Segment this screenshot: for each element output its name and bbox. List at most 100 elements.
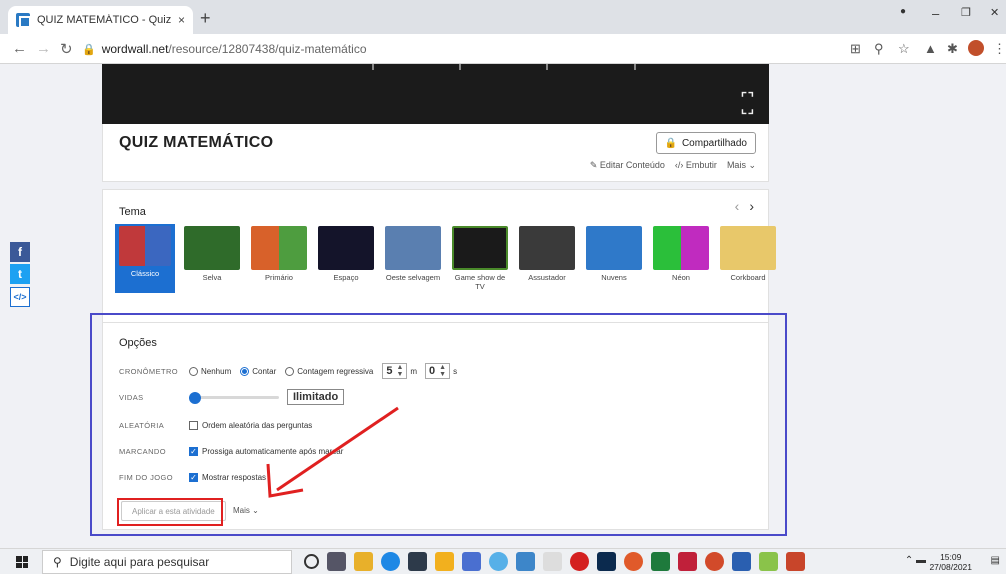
page-title: QUIZ MATEMÁTICO <box>119 134 274 151</box>
search-icon: ⚲ <box>53 555 62 569</box>
game-frame[interactable]: ⌜⌝ ⌞⌟ <box>102 64 769 124</box>
excel-icon[interactable] <box>651 552 670 571</box>
notification-icon[interactable]: ▤ <box>991 555 1000 566</box>
theme-name: Clássico <box>130 269 160 278</box>
browser-tab[interactable]: QUIZ MATEMÁTICO - Quiz Game × <box>8 6 193 34</box>
share-button[interactable]: 🔒 Compartilhado <box>655 132 756 154</box>
windows-start-icon[interactable] <box>16 556 28 568</box>
cortana-icon[interactable] <box>304 554 319 569</box>
minimize-button[interactable]: – <box>932 6 939 21</box>
fullscreen-icon[interactable]: ⌜⌝ ⌞⌟ <box>741 91 755 115</box>
store-icon[interactable] <box>408 552 427 571</box>
translate-icon[interactable]: ⊞ <box>850 41 861 57</box>
twitter-icon[interactable]: t <box>10 264 30 284</box>
theme-thumbnail <box>385 226 441 270</box>
theme-list: Clássico Selva Primário Espaço Oeste sel… <box>115 224 776 293</box>
tray-icons[interactable]: ⌃ ▬ <box>905 555 926 566</box>
opera-icon[interactable] <box>570 552 589 571</box>
edit-content-link[interactable]: ✎ Editar Conteúdo <box>590 160 665 171</box>
zoom-icon[interactable]: ⚲ <box>874 41 884 57</box>
theme-name: Néon <box>672 273 690 282</box>
clock-time: 15:09 <box>940 552 962 562</box>
forward-icon[interactable]: → <box>36 40 51 57</box>
powerpoint-icon[interactable] <box>786 552 805 571</box>
facebook-icon[interactable]: f <box>10 242 30 262</box>
taskbar-search-input[interactable]: ⚲ Digite aqui para pesquisar <box>42 550 292 574</box>
edge-icon[interactable] <box>381 552 400 571</box>
taskbar-clock[interactable]: 15:09 27/08/2021 <box>929 552 972 572</box>
paint-icon[interactable] <box>759 552 778 571</box>
tab-title: QUIZ MATEMÁTICO - Quiz Game <box>37 14 171 26</box>
lock-icon: 🔒 <box>82 43 96 56</box>
embed-share-icon[interactable]: </> <box>10 287 30 307</box>
tab-strip: QUIZ MATEMÁTICO - Quiz Game × + ● – ❐ ✕ <box>0 0 1006 34</box>
theme-prev-icon[interactable]: ‹ <box>735 198 740 214</box>
theme-thumbnail <box>318 226 374 270</box>
theme-thumbnail <box>519 226 575 270</box>
extension-triangle-icon[interactable]: ▲ <box>924 41 937 56</box>
extensions-puzzle-icon[interactable]: ✱ <box>947 41 958 57</box>
theme-name: Corkboard <box>730 273 766 282</box>
tab-close-icon[interactable]: × <box>178 13 185 27</box>
title-card: QUIZ MATEMÁTICO 🔒 Compartilhado ✎ Editar… <box>102 124 769 182</box>
embed-link[interactable]: ‹/› Embutir <box>675 160 717 171</box>
theme-neon[interactable]: Néon <box>653 226 709 291</box>
app-red-icon[interactable] <box>678 552 697 571</box>
back-icon[interactable]: ← <box>12 40 27 57</box>
theme-game-show[interactable]: Game show de TV <box>452 226 508 291</box>
frame-mark <box>372 64 374 70</box>
theme-name: Assustador <box>528 273 566 282</box>
restore-button[interactable]: ❐ <box>961 6 971 19</box>
task-view-icon[interactable] <box>327 552 346 571</box>
chrome-icon[interactable] <box>624 552 643 571</box>
theme-name: Oeste selvagem <box>385 273 441 282</box>
windows-taskbar: ⚲ Digite aqui para pesquisar ⌃ ▬ 15:09 2… <box>0 548 1006 574</box>
theme-corkboard[interactable]: Corkboard <box>720 226 776 291</box>
sticky-app-icon[interactable] <box>435 552 454 571</box>
theme-nuvens[interactable]: Nuvens <box>586 226 642 291</box>
reload-icon[interactable]: ↻ <box>60 40 73 58</box>
theme-classico[interactable]: Clássico <box>115 224 175 293</box>
file-explorer-icon[interactable] <box>354 552 373 571</box>
wordwall-favicon-icon <box>16 13 31 28</box>
theme-espaco[interactable]: Espaço <box>318 226 374 291</box>
browser-menu-icon[interactable]: ⋮ <box>993 41 1006 57</box>
word-icon[interactable] <box>732 552 751 571</box>
theme-thumbnail <box>184 226 240 270</box>
theme-name: Selva <box>202 273 222 282</box>
theme-thumbnail <box>251 226 307 270</box>
photoshop-icon[interactable] <box>597 552 616 571</box>
theme-primario[interactable]: Primário <box>251 226 307 291</box>
theme-selva[interactable]: Selva <box>184 226 240 291</box>
more-link[interactable]: Mais ⌄ <box>727 160 756 171</box>
mail-icon[interactable] <box>462 552 481 571</box>
theme-assustador[interactable]: Assustador <box>519 226 575 291</box>
theme-navigation: ‹ › <box>735 198 754 214</box>
theme-next-icon[interactable]: › <box>749 198 754 214</box>
theme-thumbnail <box>720 226 776 270</box>
chrome-alt-icon[interactable] <box>705 552 724 571</box>
lock-icon: 🔒 <box>664 137 677 149</box>
frame-mark <box>546 64 548 70</box>
page-content: ⌜⌝ ⌞⌟ QUIZ MATEMÁTICO 🔒 Compartilhado ✎ E… <box>0 64 1006 540</box>
clock-date: 27/08/2021 <box>929 562 972 572</box>
game-frame-marks <box>102 64 769 72</box>
new-tab-button[interactable]: + <box>200 8 211 29</box>
theme-name: Espaço <box>333 273 359 282</box>
notes-icon[interactable] <box>543 552 562 571</box>
theme-oeste-selvagem[interactable]: Oeste selvagem <box>385 226 441 291</box>
profile-dot-icon[interactable]: ● <box>900 6 906 17</box>
address-bar[interactable]: 🔒 wordwall.net/resource/12807438/quiz-ma… <box>82 38 852 60</box>
theme-name: Primário <box>265 273 293 282</box>
theme-thumbnail <box>119 226 171 266</box>
app-icon[interactable] <box>516 552 535 571</box>
options-highlight-box <box>90 313 787 536</box>
url-host: wordwall.net <box>101 42 169 56</box>
theme-heading: Tema <box>119 206 146 218</box>
photos-icon[interactable] <box>489 552 508 571</box>
browser-toolbar: ← → ↻ 🔒 wordwall.net/resource/12807438/q… <box>0 34 1006 64</box>
share-button-label: Compartilhado <box>681 137 747 149</box>
profile-avatar[interactable] <box>968 40 984 56</box>
close-window-button[interactable]: ✕ <box>990 6 999 19</box>
bookmark-star-icon[interactable]: ☆ <box>898 41 910 57</box>
